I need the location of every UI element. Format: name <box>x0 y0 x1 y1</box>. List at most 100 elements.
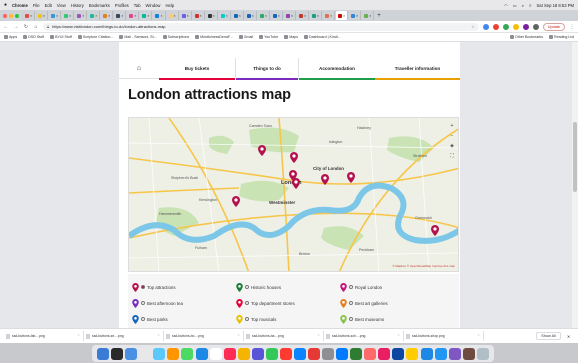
menubar-item-bookmarks[interactable]: Bookmarks <box>89 3 110 8</box>
browser-tab[interactable]: × <box>75 11 88 20</box>
download-item[interactable]: ssd-buttons-sch....png ⌃ <box>326 331 404 341</box>
tab-close-icon[interactable]: × <box>82 14 84 18</box>
tab-close-icon[interactable]: × <box>239 14 241 18</box>
browser-tab[interactable]: × <box>180 11 192 20</box>
bookmark-apps[interactable]: Apps <box>4 35 17 39</box>
tab-close-icon[interactable]: × <box>369 14 371 18</box>
legend-radio[interactable] <box>245 285 249 289</box>
tab-close-icon[interactable]: × <box>69 14 71 18</box>
dock-app-icon[interactable] <box>308 347 320 360</box>
browser-tab[interactable]: × <box>284 11 296 20</box>
menubar-item-profiles[interactable]: Profiles <box>115 3 129 8</box>
tab-close-icon[interactable]: × <box>30 14 32 18</box>
apple-menu-icon[interactable]: ● <box>4 2 9 8</box>
nav-things-to-do[interactable]: Things to do <box>235 58 299 80</box>
back-icon[interactable]: ← <box>3 24 9 30</box>
tab-close-icon[interactable]: × <box>95 14 97 18</box>
compass-icon[interactable]: ◈ <box>448 142 456 150</box>
bookmark-star-icon[interactable]: ☆ <box>471 24 475 29</box>
fullscreen-icon[interactable]: ⛶ <box>448 152 456 160</box>
tab-close-icon[interactable]: × <box>147 14 149 18</box>
dock-app-icon[interactable] <box>111 347 124 360</box>
profile-avatar[interactable] <box>532 23 539 30</box>
browser-tab[interactable]: × <box>258 11 270 20</box>
legend-radio[interactable] <box>245 317 249 321</box>
tab-close-icon[interactable]: × <box>317 14 319 18</box>
chevron-up-icon[interactable]: ⌃ <box>397 334 400 338</box>
legend-item[interactable]: Top attractions <box>128 280 232 294</box>
dock-app-icon[interactable] <box>279 347 292 360</box>
dock-app-icon[interactable] <box>336 347 349 360</box>
browser-tab[interactable]: × <box>245 11 257 20</box>
bookmark-item[interactable]: Mail - Samsoni, St... <box>119 35 157 39</box>
home-button-icon[interactable]: ⌂ <box>33 24 39 30</box>
browser-tab[interactable]: × <box>349 11 362 20</box>
map-attribution[interactable]: © Mapbox © OpenStreetMap Improve this ma… <box>392 264 455 268</box>
tab-close-icon[interactable]: × <box>187 14 189 18</box>
tab-close-icon[interactable]: × <box>108 14 110 18</box>
dock-app-icon[interactable] <box>181 347 194 360</box>
tab-close-icon[interactable]: × <box>43 14 45 18</box>
more-menu-icon[interactable]: ⋮ <box>569 24 575 30</box>
menubar-item-history[interactable]: History <box>71 3 84 8</box>
browser-tab[interactable]: × <box>297 11 310 20</box>
dock-app-icon[interactable] <box>322 347 335 360</box>
other-bookmarks[interactable]: Other Bookmarks <box>510 35 543 39</box>
dock-app-icon[interactable] <box>420 347 433 360</box>
legend-item[interactable]: Best afternoon tea <box>128 296 232 310</box>
browser-tab[interactable]: × <box>310 11 323 20</box>
tab-close-icon[interactable]: × <box>213 14 215 18</box>
menubar-item-help[interactable]: Help <box>165 3 174 8</box>
tab-close-icon[interactable]: × <box>134 14 136 18</box>
browser-tab[interactable]: × <box>62 11 75 20</box>
legend-item[interactable]: Best museums <box>336 312 440 326</box>
attraction-pin[interactable] <box>431 225 439 236</box>
browser-tab[interactable]: × <box>127 11 140 20</box>
chevron-up-icon[interactable]: ⌃ <box>317 334 320 338</box>
bookmark-item[interactable]: Dashboard | Kindl... <box>304 35 341 39</box>
tab-close-icon[interactable]: × <box>291 14 293 18</box>
dock-app-icon[interactable] <box>237 347 250 360</box>
nav-accommodation[interactable]: Accommodation <box>299 58 375 80</box>
site-home-button[interactable]: ⌂ <box>119 58 159 79</box>
dock-app-icon[interactable] <box>350 347 363 360</box>
dock-app-icon[interactable] <box>434 347 447 360</box>
dock-app-icon[interactable] <box>251 347 264 360</box>
zoom-in-icon[interactable]: + <box>448 122 456 130</box>
browser-tab[interactable]: × <box>219 11 231 20</box>
download-item[interactable]: ssd-buttons-fab....png ⌃ <box>6 331 84 341</box>
bookmark-item[interactable]: BYUI Stuff <box>50 35 72 39</box>
dock-app-icon[interactable] <box>125 347 138 360</box>
tab-close-icon[interactable]: × <box>343 14 345 18</box>
new-tab-icon[interactable]: + <box>377 13 381 19</box>
legend-item[interactable]: Best art galleries <box>336 296 440 310</box>
dock-app-icon[interactable] <box>476 347 489 360</box>
browser-tab[interactable]: × <box>167 11 179 20</box>
menubar-item-edit[interactable]: Edit <box>45 3 52 8</box>
attractions-map[interactable]: Camden Town Hackney Islington Stratford … <box>128 117 459 272</box>
tab-close-icon[interactable]: × <box>226 14 228 18</box>
menubar-clock[interactable]: Sat Sep 18 8:53 PM <box>537 3 574 8</box>
show-all-button[interactable]: Show All <box>536 332 561 340</box>
legend-radio[interactable] <box>349 317 353 321</box>
dock-app-icon[interactable] <box>265 347 278 360</box>
bookmark-item[interactable]: MindfulnessDenaF... <box>195 35 233 39</box>
address-bar[interactable]: 🔒︎ https://www.visitlondon.com/things-to… <box>43 22 479 31</box>
dock-app-icon[interactable] <box>462 347 475 360</box>
browser-tab[interactable]: × <box>206 11 218 20</box>
forward-icon[interactable]: → <box>13 24 19 30</box>
attraction-pin[interactable] <box>292 178 300 189</box>
attraction-pin[interactable] <box>258 145 266 156</box>
maximize-window-icon[interactable] <box>15 13 19 18</box>
browser-tab[interactable]: × <box>271 11 283 20</box>
bookmark-item[interactable]: Gmail <box>238 35 253 39</box>
browser-tab[interactable]: × <box>193 11 205 20</box>
tab-close-icon[interactable]: × <box>330 14 332 18</box>
update-button[interactable]: Update <box>542 22 565 31</box>
browser-tab[interactable]: × <box>101 11 114 20</box>
legend-item[interactable]: Top musicals <box>232 312 336 326</box>
menubar-item-window[interactable]: Window <box>146 3 161 8</box>
extension-icon[interactable] <box>502 23 509 30</box>
download-item[interactable]: ssd-buttons-se....png ⌃ <box>86 331 164 341</box>
tab-close-icon[interactable]: × <box>121 14 123 18</box>
